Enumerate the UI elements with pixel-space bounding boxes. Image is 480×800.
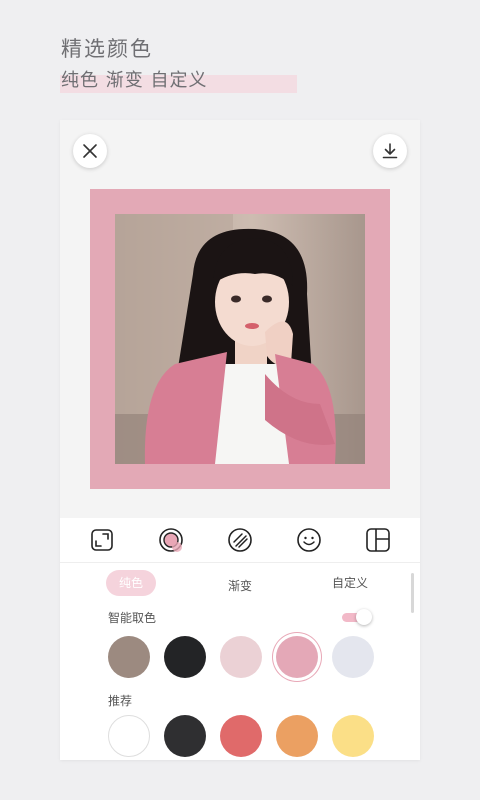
smart-color-swatch-1[interactable] <box>108 636 150 678</box>
smart-color-swatch-5[interactable] <box>332 636 374 678</box>
edit-toolbar <box>60 518 420 563</box>
color-mode-tabs: 纯色 渐变 自定义 <box>60 570 420 598</box>
tab-gradient[interactable]: 渐变 <box>215 573 265 599</box>
smart-color-swatch-4[interactable] <box>276 636 318 678</box>
layout-icon <box>366 528 390 552</box>
photo-preview-area <box>60 120 420 518</box>
border-color-icon <box>159 528 183 552</box>
pattern-icon <box>228 528 252 552</box>
tab-solid[interactable]: 纯色 <box>106 570 156 596</box>
recommended-color-swatch-4[interactable] <box>276 715 318 757</box>
toggle-knob <box>356 609 372 625</box>
recommended-color-swatch-5[interactable] <box>332 715 374 757</box>
sticker-tool-button[interactable] <box>295 526 323 554</box>
crop-tool-button[interactable] <box>88 526 116 554</box>
portrait-photo <box>115 214 365 464</box>
pattern-tool-button[interactable] <box>226 526 254 554</box>
recommended-color-swatch-2[interactable] <box>164 715 206 757</box>
recommended-color-swatch-3[interactable] <box>220 715 262 757</box>
recommended-color-swatch-1[interactable] <box>108 715 150 757</box>
download-button[interactable] <box>373 134 407 168</box>
layout-tool-button[interactable] <box>364 526 392 554</box>
download-icon <box>382 143 398 159</box>
smart-pick-label: 智能取色 <box>108 611 157 625</box>
tab-custom[interactable]: 自定义 <box>325 570 375 596</box>
smart-pick-toggle[interactable] <box>342 609 374 625</box>
phone-screen: 纯色 渐变 自定义 智能取色 推荐 <box>60 120 420 760</box>
smart-color-swatch-2[interactable] <box>164 636 206 678</box>
sticker-smile-icon <box>297 528 321 552</box>
close-icon <box>83 144 97 158</box>
border-color-tool-button[interactable] <box>157 526 185 554</box>
close-button[interactable] <box>73 134 107 168</box>
panel-scrollbar[interactable] <box>411 573 414 613</box>
crop-resize-icon <box>91 529 113 551</box>
color-frame <box>90 189 390 489</box>
recommended-label: 推荐 <box>108 694 133 708</box>
smart-color-swatch-3[interactable] <box>220 636 262 678</box>
promo-title: 精选颜色 <box>61 37 153 61</box>
promo-subtitle: 纯色 渐变 自定义 <box>61 70 208 91</box>
